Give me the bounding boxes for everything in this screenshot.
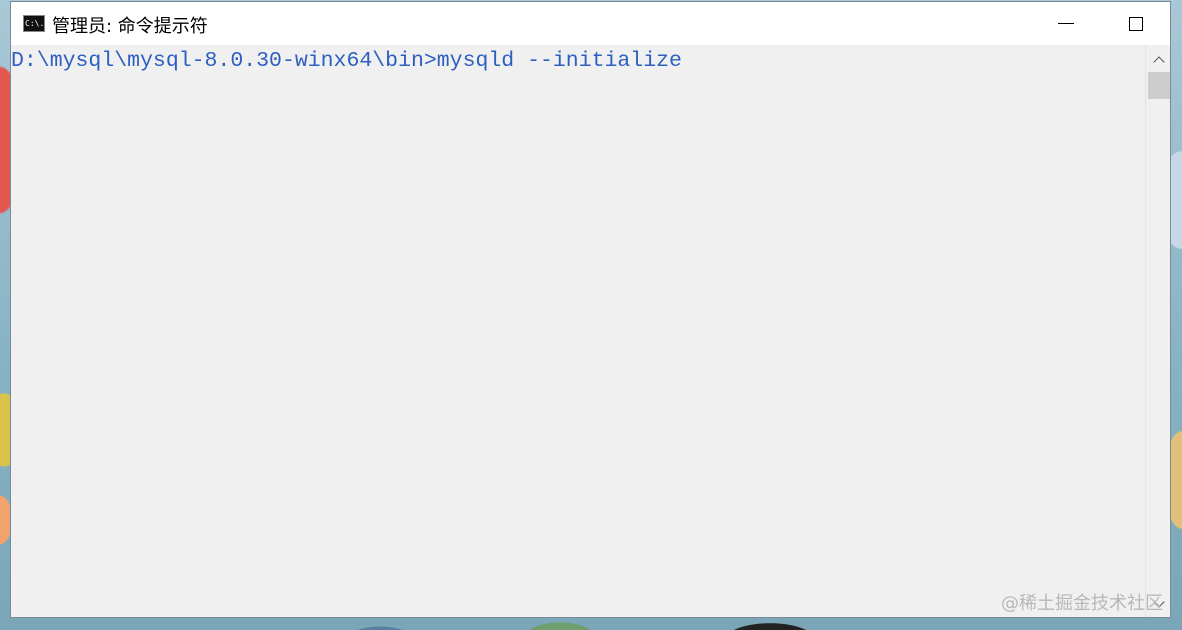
window-title: 管理员: 命令提示符 <box>52 16 208 37</box>
maximize-icon <box>1129 16 1143 31</box>
minimize-icon <box>1058 23 1074 24</box>
console-output-area[interactable]: D:\mysql\mysql-8.0.30-winx64\bin>mysqld … <box>11 45 1145 617</box>
chevron-up-icon <box>1152 56 1165 68</box>
console-line: D:\mysql\mysql-8.0.30-winx64\bin>mysqld … <box>11 49 682 73</box>
command-prompt-icon[interactable]: C:\. <box>23 15 45 32</box>
scroll-up-button[interactable] <box>1146 49 1170 71</box>
command-prompt-window[interactable]: C:\. 管理员: 命令提示符 D:\mysql\mysql-8.0.30-wi… <box>10 1 1171 618</box>
vertical-scrollbar[interactable] <box>1145 45 1170 617</box>
watermark: @稀土掘金技术社区 <box>1001 593 1163 614</box>
minimize-button[interactable] <box>1031 2 1101 45</box>
title-bar[interactable]: C:\. 管理员: 命令提示符 <box>11 2 1170 45</box>
maximize-button[interactable] <box>1101 2 1170 45</box>
scroll-thumb[interactable] <box>1148 72 1170 99</box>
